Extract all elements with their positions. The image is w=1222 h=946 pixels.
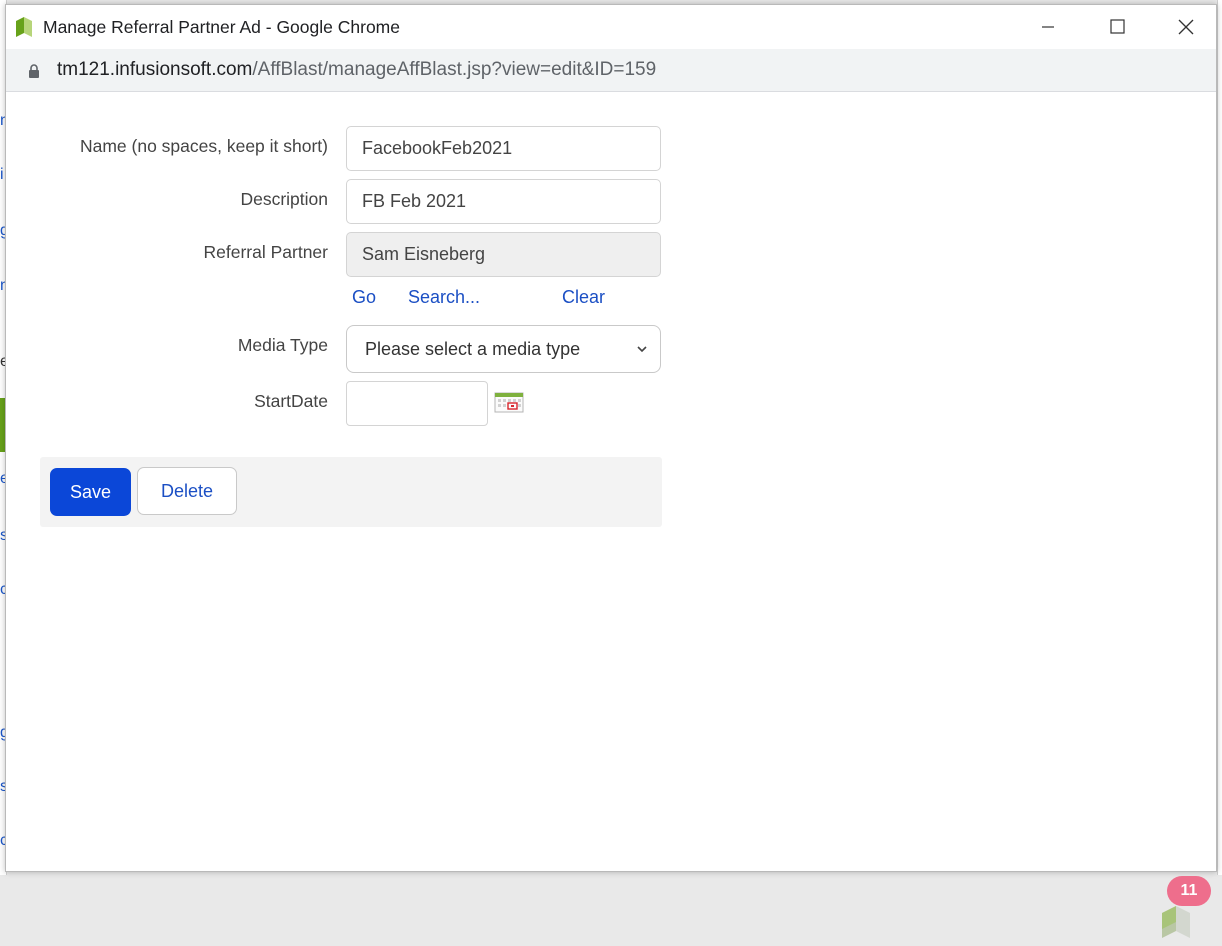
delete-button[interactable]: Delete [137, 467, 237, 515]
media-type-label: Media Type [237, 335, 328, 355]
manage-referral-ad-form: Name (no spaces, keep it short) Descript… [6, 92, 1216, 938]
description-label: Description [240, 189, 328, 209]
keap-widget[interactable]: 11 [1156, 876, 1211, 946]
start-date-label: StartDate [254, 391, 328, 411]
minimize-icon[interactable] [1032, 13, 1064, 41]
close-icon[interactable] [1170, 13, 1202, 41]
url-text[interactable]: tm121.infusionsoft.com/AffBlast/manageAf… [57, 59, 656, 81]
title-bar: Manage Referral Partner Ad - Google Chro… [6, 5, 1216, 49]
clear-link[interactable]: Clear [562, 287, 605, 308]
keap-app-icon [16, 17, 32, 37]
search-link[interactable]: Search... [408, 287, 480, 308]
keap-logo-icon [1162, 906, 1190, 938]
description-field[interactable] [346, 179, 661, 224]
media-type-select[interactable]: Please select a media type [346, 325, 661, 373]
chevron-down-icon [637, 346, 647, 353]
url-host: tm121.infusionsoft.com [57, 59, 253, 80]
media-type-selected-value: Please select a media type [365, 339, 581, 359]
start-date-field[interactable] [346, 381, 488, 426]
referral-partner-field [346, 232, 661, 277]
save-button[interactable]: Save [50, 468, 131, 516]
chrome-popup-window: Manage Referral Partner Ad - Google Chro… [5, 4, 1217, 938]
name-field[interactable] [346, 126, 661, 171]
lock-icon [29, 64, 39, 78]
go-link[interactable]: Go [352, 287, 376, 308]
notification-badge[interactable]: 11 [1167, 876, 1211, 906]
action-bar: Save Delete [40, 457, 662, 527]
calendar-icon[interactable] [493, 389, 525, 415]
name-label: Name (no spaces, keep it short) [79, 136, 328, 156]
address-bar[interactable]: tm121.infusionsoft.com/AffBlast/manageAf… [6, 49, 1216, 92]
referral-partner-label: Referral Partner [203, 242, 329, 262]
maximize-icon[interactable] [1101, 13, 1133, 41]
background-right-edge [1217, 0, 1222, 875]
window-title: Manage Referral Partner Ad - Google Chro… [43, 17, 400, 37]
url-path: /AffBlast/manageAffBlast.jsp?view=edit&I… [252, 59, 657, 80]
